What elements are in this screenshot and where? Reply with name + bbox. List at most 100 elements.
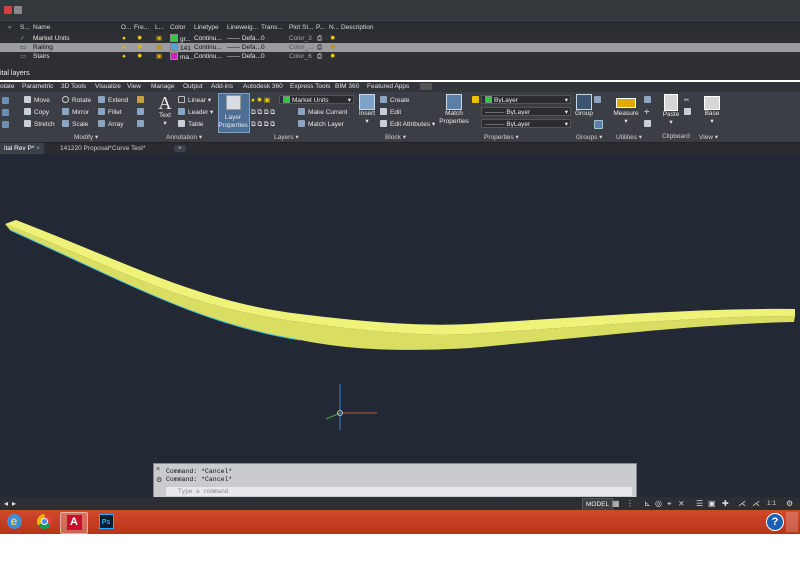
col-lineweight[interactable]: Lineweig... [227,24,258,31]
on-bulb-icon[interactable]: ● [122,43,126,52]
leader-button[interactable]: Leader ▾ [178,108,213,117]
quick-select-icon[interactable] [644,96,654,105]
tab-featured-apps[interactable]: Featured Apps [367,83,409,90]
new-tab-button[interactable]: + [174,145,186,152]
linetype-dropdown[interactable]: ——— ByLayer ▾ [481,107,571,116]
file-tab-active[interactable]: ital Rev P* × [0,143,44,154]
layer-linetype[interactable]: Continu... [194,34,222,43]
scroll-left-icon[interactable]: ◂ [4,499,8,508]
layer-lineweight[interactable]: —— Defa... [227,34,261,43]
fillet-button[interactable]: Fillet [98,108,122,117]
cut-icon[interactable]: ✂ [684,96,689,105]
layer-transparency[interactable]: 0 [261,34,265,43]
layer-linetype[interactable]: Continu... [194,52,222,61]
col-plot-style[interactable]: Plot St... [289,24,314,31]
sun-icon[interactable]: ✹ [137,52,142,61]
tab-manage[interactable]: Manage [151,83,175,90]
edit-block-button[interactable]: Edit [380,108,401,117]
newvp-freeze-icon[interactable]: ✹ [330,34,335,43]
command-line-window[interactable]: × ⚙ Command: *Cancel* Command: *Cancel* … [153,463,637,499]
col-linetype[interactable]: Linetype [194,24,219,31]
modify-trim-tool[interactable] [2,109,12,118]
layer-name[interactable]: Market Units [33,34,69,43]
refresh-icon[interactable] [14,6,22,14]
col-transparency[interactable]: Trans... [261,24,283,31]
annotation-scale-icon[interactable]: ⋌ [752,499,760,508]
sun-icon[interactable]: ✹ [137,34,142,43]
lock-icon[interactable]: ▣ [156,34,162,43]
rotate-button[interactable]: Rotate [62,96,91,105]
snap-icon[interactable]: ⋮ [626,499,634,508]
layer-row-market-units[interactable]: ✓ Market Units ● ✹ ▣ gr... Continu... ——… [0,34,800,43]
make-current-button[interactable]: Make Current [298,108,347,117]
point-style-icon[interactable]: ✛ [644,108,649,117]
scale-button[interactable]: Scale [62,120,88,129]
col-freeze[interactable]: Fre... [134,24,149,31]
layer-lineweight[interactable]: —— Defa... [227,52,261,61]
plot-printer-icon[interactable]: ⎙ [317,34,322,43]
linear-dimension-button[interactable]: Linear ▾ [178,96,211,105]
drawing-viewport[interactable] [0,154,800,510]
layer-color[interactable]: ma... [170,52,194,62]
sun-icon[interactable]: ✹ [137,43,142,52]
tab-3d-tools[interactable]: 3D Tools [61,83,86,90]
create-block-button[interactable]: Create [380,96,410,105]
pencil-icon[interactable] [137,96,147,105]
model-space-canvas[interactable] [0,154,800,510]
extend-button[interactable]: Extend [98,96,128,105]
plot-printer-icon[interactable]: ⎙ [317,43,322,52]
col-description[interactable]: Description [341,24,374,31]
polar-icon[interactable]: ◎ [655,499,662,508]
layer-row-stairs[interactable]: ▭ Stairs ● ✹ ▣ ma... Continu... —— Defa.… [0,52,800,61]
layer-name[interactable]: Stairs [33,52,50,61]
explode-icon[interactable] [137,108,147,117]
col-color[interactable]: Color [170,24,186,31]
collapse-icon[interactable]: « [8,24,12,31]
layers-panel-label[interactable]: Layers ▾ [274,133,299,141]
layer-dropdown[interactable]: Market Units ▾ [279,95,354,104]
table-button[interactable]: Table [178,120,204,129]
copy-button[interactable]: Copy [24,108,49,117]
chrome-icon[interactable] [32,512,56,532]
grid-icon[interactable]: ▦ [612,499,620,508]
wrench-icon[interactable]: ⚙ [156,476,162,484]
command-input[interactable]: Type a command [166,487,632,496]
scale-readout[interactable]: 1:1 [767,500,776,507]
annotation-visibility-icon[interactable]: ⋌ [738,499,746,508]
tab-parametric[interactable]: Parametric [22,83,53,90]
move-button[interactable]: Move [24,96,50,105]
plot-printer-icon[interactable]: ⎙ [317,52,322,61]
properties-panel-label[interactable]: Properties ▾ [484,133,519,141]
isodraft-icon[interactable]: ⌖ [667,499,672,509]
measure-button[interactable]: Measure ▾ [612,94,640,126]
group-select-icon[interactable] [594,120,606,131]
transparency-icon[interactable]: ▣ [708,499,716,508]
copy-clip-icon[interactable] [684,108,694,117]
col-lock[interactable]: L... [155,24,164,31]
selection-cycling-icon[interactable]: ✚ [722,499,729,508]
ribbon-toggle-icon[interactable] [420,83,432,90]
tab-rotate-partial[interactable]: otate [0,83,14,90]
tab-output[interactable]: Output [183,83,203,90]
mirror-button[interactable]: Mirror [62,108,89,117]
lineweight-icon[interactable]: ☰ [696,499,703,508]
insert-button[interactable]: Insert ▾ [357,94,377,126]
modify-arrow-tool[interactable] [2,97,12,106]
layer-linetype[interactable]: Continu... [194,43,222,52]
annotation-panel-label[interactable]: Annotation ▾ [166,133,202,141]
lineweight-dropdown[interactable]: ——— ByLayer ▾ [481,119,571,128]
newvp-freeze-icon[interactable]: ✹ [330,52,335,61]
ortho-icon[interactable]: ⊾ [644,499,651,508]
newvp-freeze-icon[interactable]: ✹ [330,43,335,52]
block-panel-label[interactable]: Block ▾ [385,133,406,141]
col-name[interactable]: Name [33,24,50,31]
on-bulb-icon[interactable]: ● [122,34,126,43]
close-icon[interactable]: × [156,466,160,473]
edit-attributes-button[interactable]: Edit Attributes ▾ [380,120,435,129]
color-dropdown[interactable]: ByLayer ▾ [481,95,571,104]
layer-name[interactable]: Railing [33,43,53,52]
modify-panel-label[interactable]: Modify ▾ [74,133,98,141]
tab-autodesk-360[interactable]: Autodesk 360 [243,83,283,90]
tab-add-ins[interactable]: Add-ins [211,83,233,90]
offset-icon[interactable] [137,120,147,129]
